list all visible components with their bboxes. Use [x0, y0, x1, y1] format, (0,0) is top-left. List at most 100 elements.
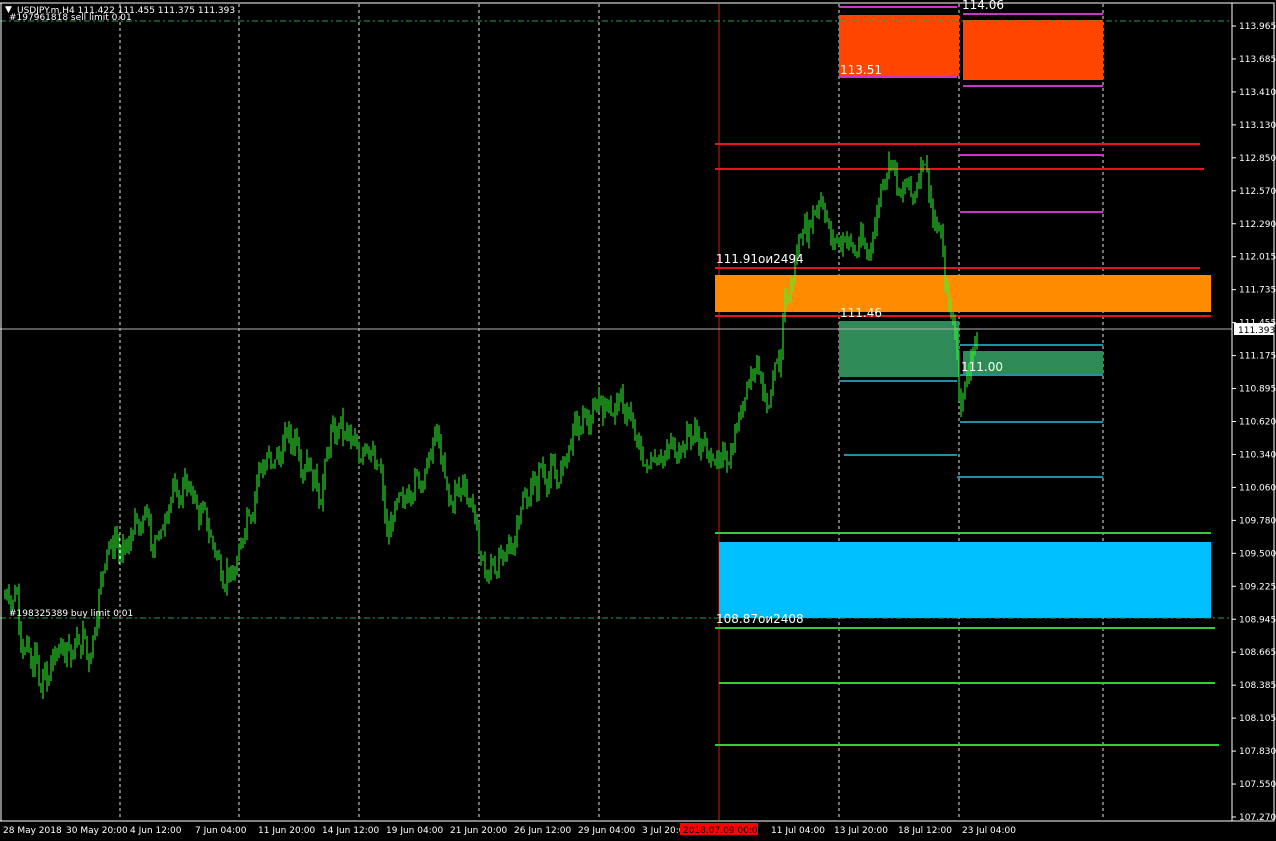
candle-body: [568, 445, 570, 454]
candle-body: [426, 459, 428, 473]
time-tick-label: 30 May 20:00: [66, 826, 128, 836]
candle-body: [408, 492, 410, 496]
sell-limit-order-label[interactable]: #197961818 sell limit 0.01: [9, 13, 132, 23]
candle-body: [190, 486, 192, 490]
candle-body: [558, 482, 560, 484]
candle-body: [702, 443, 704, 446]
candle-body: [850, 238, 852, 244]
candle-body: [892, 160, 894, 166]
candle-body: [354, 438, 356, 446]
candle-body: [570, 445, 572, 449]
time-tick-label: 26 Jun 12:00: [514, 826, 571, 836]
candle-body: [690, 431, 692, 441]
candle-body: [866, 248, 868, 256]
candle-body: [42, 675, 44, 693]
candle-body: [664, 457, 666, 460]
candle-body: [958, 352, 960, 394]
candle-body: [100, 578, 102, 593]
candle-body: [626, 411, 628, 419]
candle-body: [276, 450, 278, 460]
candle-body: [86, 636, 88, 657]
candle-body: [360, 459, 362, 462]
candle-body: [420, 483, 422, 488]
candle-body: [328, 450, 330, 455]
candle-body: [204, 505, 206, 508]
candle-body: [316, 469, 318, 486]
candle-body: [788, 297, 790, 304]
candle-body: [130, 536, 132, 544]
date-marker-label: 2018.07.09 00:00: [683, 826, 764, 836]
time-tick-label: 13 Jul 20:00: [834, 826, 888, 836]
candle-body: [944, 252, 946, 283]
candle-body: [424, 472, 426, 483]
candle-body: [394, 503, 396, 522]
candle-body: [266, 456, 268, 469]
candle-body: [182, 486, 184, 502]
candle-body: [404, 499, 406, 503]
candle-body: [406, 495, 408, 503]
candle-body: [548, 479, 550, 489]
candle-body: [672, 442, 674, 444]
candle-body: [358, 445, 360, 462]
candle-body: [132, 533, 134, 537]
candle-body: [224, 586, 226, 588]
candle-body: [446, 476, 448, 487]
candle-body: [494, 562, 496, 574]
candle-body: [78, 635, 80, 645]
candle-body: [294, 432, 296, 450]
candle-body: [34, 646, 36, 675]
candle-body: [164, 520, 166, 529]
candle-body: [898, 189, 900, 191]
candle-body: [778, 359, 780, 373]
price-tick-label: 111.175: [1239, 352, 1276, 362]
candle-body: [876, 212, 878, 228]
candle-body: [72, 652, 74, 660]
price-chart[interactable]: 114.06 113.51 111.91ои2494 111.46 111.00…: [0, 0, 1276, 841]
price-tick-label: 108.665: [1239, 648, 1276, 658]
candle-body: [208, 527, 210, 536]
price-tick-label: 112.290: [1239, 220, 1276, 230]
candle-body: [178, 496, 180, 499]
candle-body: [104, 564, 106, 572]
level-label-113-51: 113.51: [840, 63, 882, 77]
candle-body: [544, 471, 546, 482]
candle-body: [622, 393, 624, 407]
candle-body: [476, 515, 478, 530]
candle-body: [526, 496, 528, 503]
candle-body: [54, 655, 56, 657]
candle-body: [146, 510, 148, 514]
time-tick-label: 29 Jun 04:00: [578, 826, 635, 836]
candle-body: [496, 573, 498, 577]
candle-body: [742, 401, 744, 416]
candle-body: [922, 160, 924, 165]
candle-body: [148, 510, 150, 523]
candle-body: [170, 499, 172, 507]
candle-body: [322, 481, 324, 505]
candle-body: [880, 185, 882, 202]
price-tick-label: 112.570: [1239, 187, 1276, 197]
buy-limit-order-label[interactable]: #198325389 buy limit 0.01: [9, 609, 133, 619]
candle-body: [364, 444, 366, 450]
candle-body: [56, 654, 58, 656]
candle-body: [410, 492, 412, 500]
candle-body: [660, 457, 662, 459]
candle-body: [624, 406, 626, 419]
level-label-111-46: 111.46: [840, 306, 882, 320]
time-tick-label: 14 Jun 12:00: [322, 826, 379, 836]
candle-body: [174, 481, 176, 488]
orange-zone: [715, 275, 1211, 312]
candle-body: [236, 559, 238, 573]
candle-body: [722, 449, 724, 458]
candle-body: [390, 521, 392, 538]
candle-body: [184, 475, 186, 487]
candle-body: [784, 291, 786, 315]
candle-body: [936, 226, 938, 230]
candle-body: [586, 416, 588, 419]
candle-body: [384, 492, 386, 518]
candle-body: [140, 526, 142, 536]
sell-zone-right: [963, 20, 1103, 80]
candle-body: [764, 391, 766, 394]
candle-body: [334, 424, 336, 441]
time-tick-label: 19 Jun 04:00: [386, 826, 443, 836]
chart-background: [0, 0, 1276, 841]
